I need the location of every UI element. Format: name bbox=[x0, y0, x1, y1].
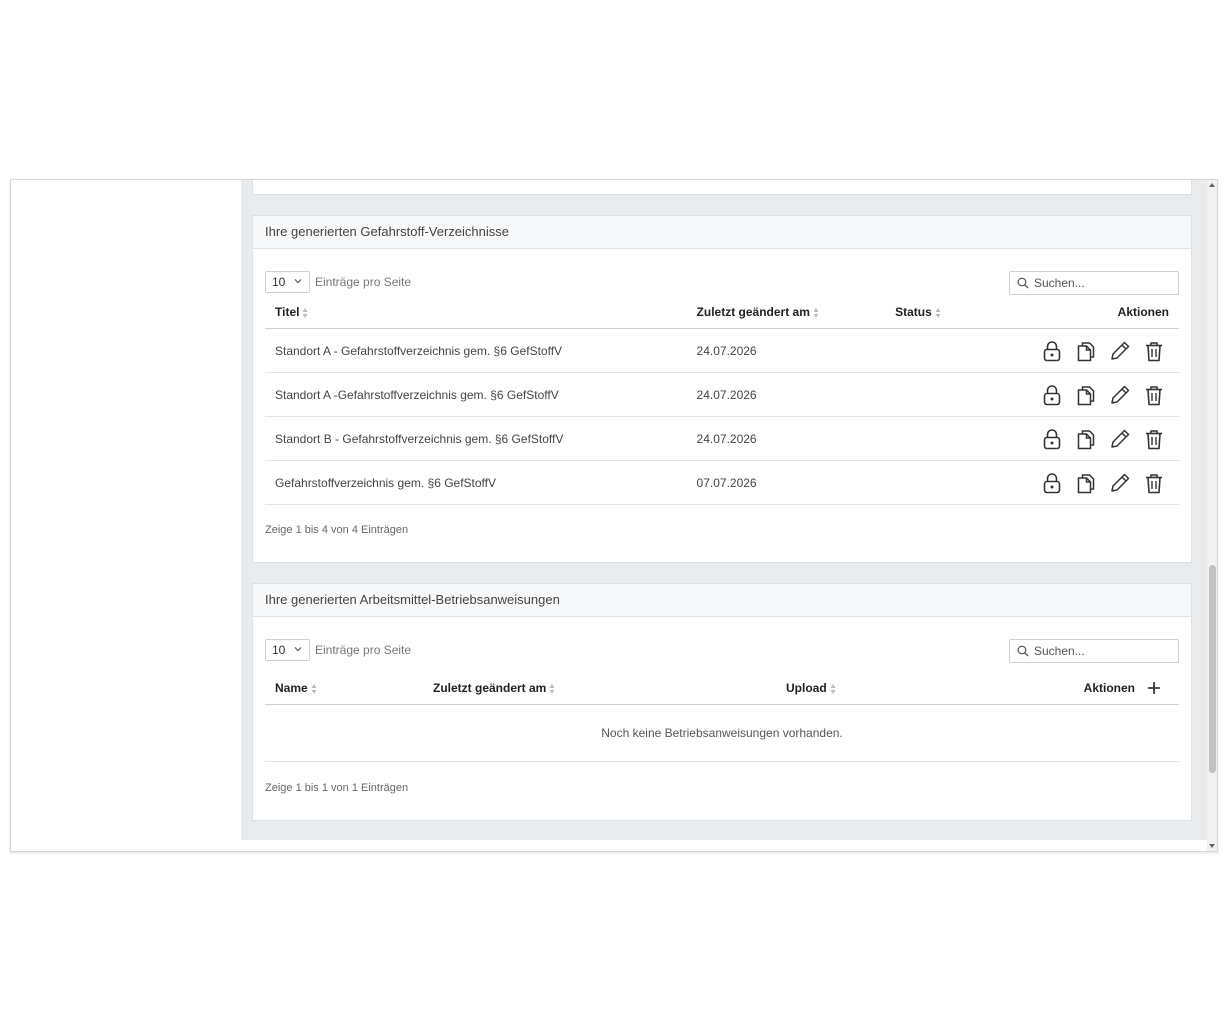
copy-icon[interactable] bbox=[1075, 472, 1097, 494]
copy-icon[interactable] bbox=[1075, 384, 1097, 406]
edit-icon[interactable] bbox=[1109, 428, 1131, 450]
scrollbar-thumb[interactable] bbox=[1209, 565, 1216, 773]
scroll-down-arrow-icon[interactable] bbox=[1208, 842, 1216, 850]
lock-icon[interactable] bbox=[1041, 384, 1063, 406]
page-length-select[interactable]: 10 bbox=[265, 639, 310, 661]
trash-icon[interactable] bbox=[1143, 384, 1165, 406]
search-box bbox=[1009, 639, 1179, 663]
search-box bbox=[1009, 271, 1179, 295]
lock-icon[interactable] bbox=[1041, 428, 1063, 450]
cell-title: Standort A - Gefahrstoffverzeichnis gem.… bbox=[265, 328, 687, 373]
column-name-label: Name bbox=[275, 681, 308, 695]
cell-actions bbox=[1019, 372, 1179, 417]
work-equipment-card: Ihre generierten Arbeitsmittel-Betriebsa… bbox=[252, 583, 1192, 821]
cell-modified: 24.07.2026 bbox=[686, 416, 886, 461]
vertical-scrollbar[interactable] bbox=[1207, 180, 1217, 851]
cell-modified: 24.07.2026 bbox=[686, 372, 886, 417]
column-modified[interactable]: Zuletzt geändert am bbox=[423, 672, 776, 705]
column-status-label: Status bbox=[895, 305, 932, 319]
trash-icon[interactable] bbox=[1143, 428, 1165, 450]
sort-icon bbox=[302, 307, 308, 318]
column-upload-label: Upload bbox=[786, 681, 827, 695]
table-row: Standort A - Gefahrstoffverzeichnis gem.… bbox=[265, 328, 1179, 373]
edit-icon[interactable] bbox=[1109, 472, 1131, 494]
page-length-label: Einträge pro Seite bbox=[315, 275, 412, 289]
cell-title: Standort B - Gefahrstoffverzeichnis gem.… bbox=[265, 416, 687, 461]
cell-actions bbox=[1019, 416, 1179, 461]
sort-icon bbox=[935, 307, 941, 318]
cell-status bbox=[885, 328, 1019, 373]
page-length-label: Einträge pro Seite bbox=[315, 643, 412, 657]
copy-icon[interactable] bbox=[1075, 340, 1097, 362]
main-content: Ihre generierten Gefahrstoff-Verzeichnis… bbox=[241, 180, 1207, 840]
table-row: Standort B - Gefahrstoffverzeichnis gem.… bbox=[265, 416, 1179, 461]
cell-title: Standort A -Gefahrstoffverzeichnis gem. … bbox=[265, 372, 687, 417]
plus-icon[interactable] bbox=[1147, 681, 1161, 695]
sort-icon bbox=[830, 683, 836, 694]
cell-modified: 07.07.2026 bbox=[686, 460, 886, 505]
search-input[interactable] bbox=[1034, 642, 1172, 660]
chevron-down-icon bbox=[294, 279, 302, 284]
sidebar bbox=[11, 180, 241, 851]
browser-window: Ihre generierten Gefahrstoff-Verzeichnis… bbox=[10, 179, 1218, 852]
table-info: Zeige 1 bis 1 von 1 Einträgen bbox=[265, 782, 409, 794]
cell-actions bbox=[1019, 328, 1179, 373]
edit-icon[interactable] bbox=[1109, 340, 1131, 362]
search-icon bbox=[1017, 277, 1029, 289]
column-modified-label: Zuletzt geändert am bbox=[696, 305, 810, 319]
table-controls: 10 Einträge pro Seite bbox=[253, 617, 1191, 663]
column-name[interactable]: Name bbox=[265, 672, 423, 705]
scroll-up-arrow-icon[interactable] bbox=[1208, 181, 1216, 189]
page-length-value: 10 bbox=[272, 275, 286, 289]
column-actions: Aktionen bbox=[1019, 296, 1179, 329]
search-icon bbox=[1017, 645, 1029, 657]
edit-icon[interactable] bbox=[1109, 384, 1131, 406]
cell-status bbox=[885, 416, 1019, 461]
table-row: Gefahrstoffverzeichnis gem. §6 GefStoffV… bbox=[265, 460, 1179, 505]
column-modified-label: Zuletzt geändert am bbox=[433, 681, 547, 695]
table-header-row: Name Zuletzt geändert am Upload Aktionen bbox=[265, 672, 1179, 705]
copy-icon[interactable] bbox=[1075, 428, 1097, 450]
column-actions-label: Aktionen bbox=[1083, 680, 1135, 695]
column-modified[interactable]: Zuletzt geändert am bbox=[686, 296, 886, 329]
lock-icon[interactable] bbox=[1041, 472, 1063, 494]
previous-card-bottom bbox=[252, 180, 1192, 195]
table-header-row: Titel Zuletzt geändert am Status Aktione… bbox=[265, 296, 1179, 329]
column-status[interactable]: Status bbox=[885, 296, 1019, 329]
card-header: Ihre generierten Arbeitsmittel-Betriebsa… bbox=[253, 584, 1191, 617]
empty-message: Noch keine Betriebsanweisungen vorhanden… bbox=[265, 704, 1179, 762]
cell-status bbox=[885, 460, 1019, 505]
chevron-down-icon bbox=[294, 647, 302, 652]
page-length-select[interactable]: 10 bbox=[265, 271, 310, 293]
page-length-value: 10 bbox=[272, 643, 286, 657]
sort-icon bbox=[549, 683, 555, 694]
table-row: Standort A -Gefahrstoffverzeichnis gem. … bbox=[265, 372, 1179, 417]
hazardous-substances-card: Ihre generierten Gefahrstoff-Verzeichnis… bbox=[252, 215, 1192, 563]
cell-title: Gefahrstoffverzeichnis gem. §6 GefStoffV bbox=[265, 460, 687, 505]
hazardous-substances-table: Titel Zuletzt geändert am Status Aktione… bbox=[265, 296, 1179, 505]
work-equipment-table: Name Zuletzt geändert am Upload Aktionen… bbox=[265, 672, 1179, 762]
sort-icon bbox=[311, 683, 317, 694]
trash-icon[interactable] bbox=[1143, 472, 1165, 494]
empty-row: Noch keine Betriebsanweisungen vorhanden… bbox=[265, 704, 1179, 762]
card-header: Ihre generierten Gefahrstoff-Verzeichnis… bbox=[253, 216, 1191, 249]
column-actions: Aktionen bbox=[976, 672, 1179, 705]
column-upload[interactable]: Upload bbox=[776, 672, 976, 705]
table-controls: 10 Einträge pro Seite bbox=[253, 249, 1191, 295]
sort-icon bbox=[813, 307, 819, 318]
cell-actions bbox=[1019, 460, 1179, 505]
table-info: Zeige 1 bis 4 von 4 Einträgen bbox=[265, 524, 409, 536]
trash-icon[interactable] bbox=[1143, 340, 1165, 362]
cell-modified: 24.07.2026 bbox=[686, 328, 886, 373]
search-input[interactable] bbox=[1034, 274, 1172, 292]
column-title-label: Titel bbox=[275, 305, 300, 319]
cell-status bbox=[885, 372, 1019, 417]
lock-icon[interactable] bbox=[1041, 340, 1063, 362]
column-title[interactable]: Titel bbox=[265, 296, 687, 329]
